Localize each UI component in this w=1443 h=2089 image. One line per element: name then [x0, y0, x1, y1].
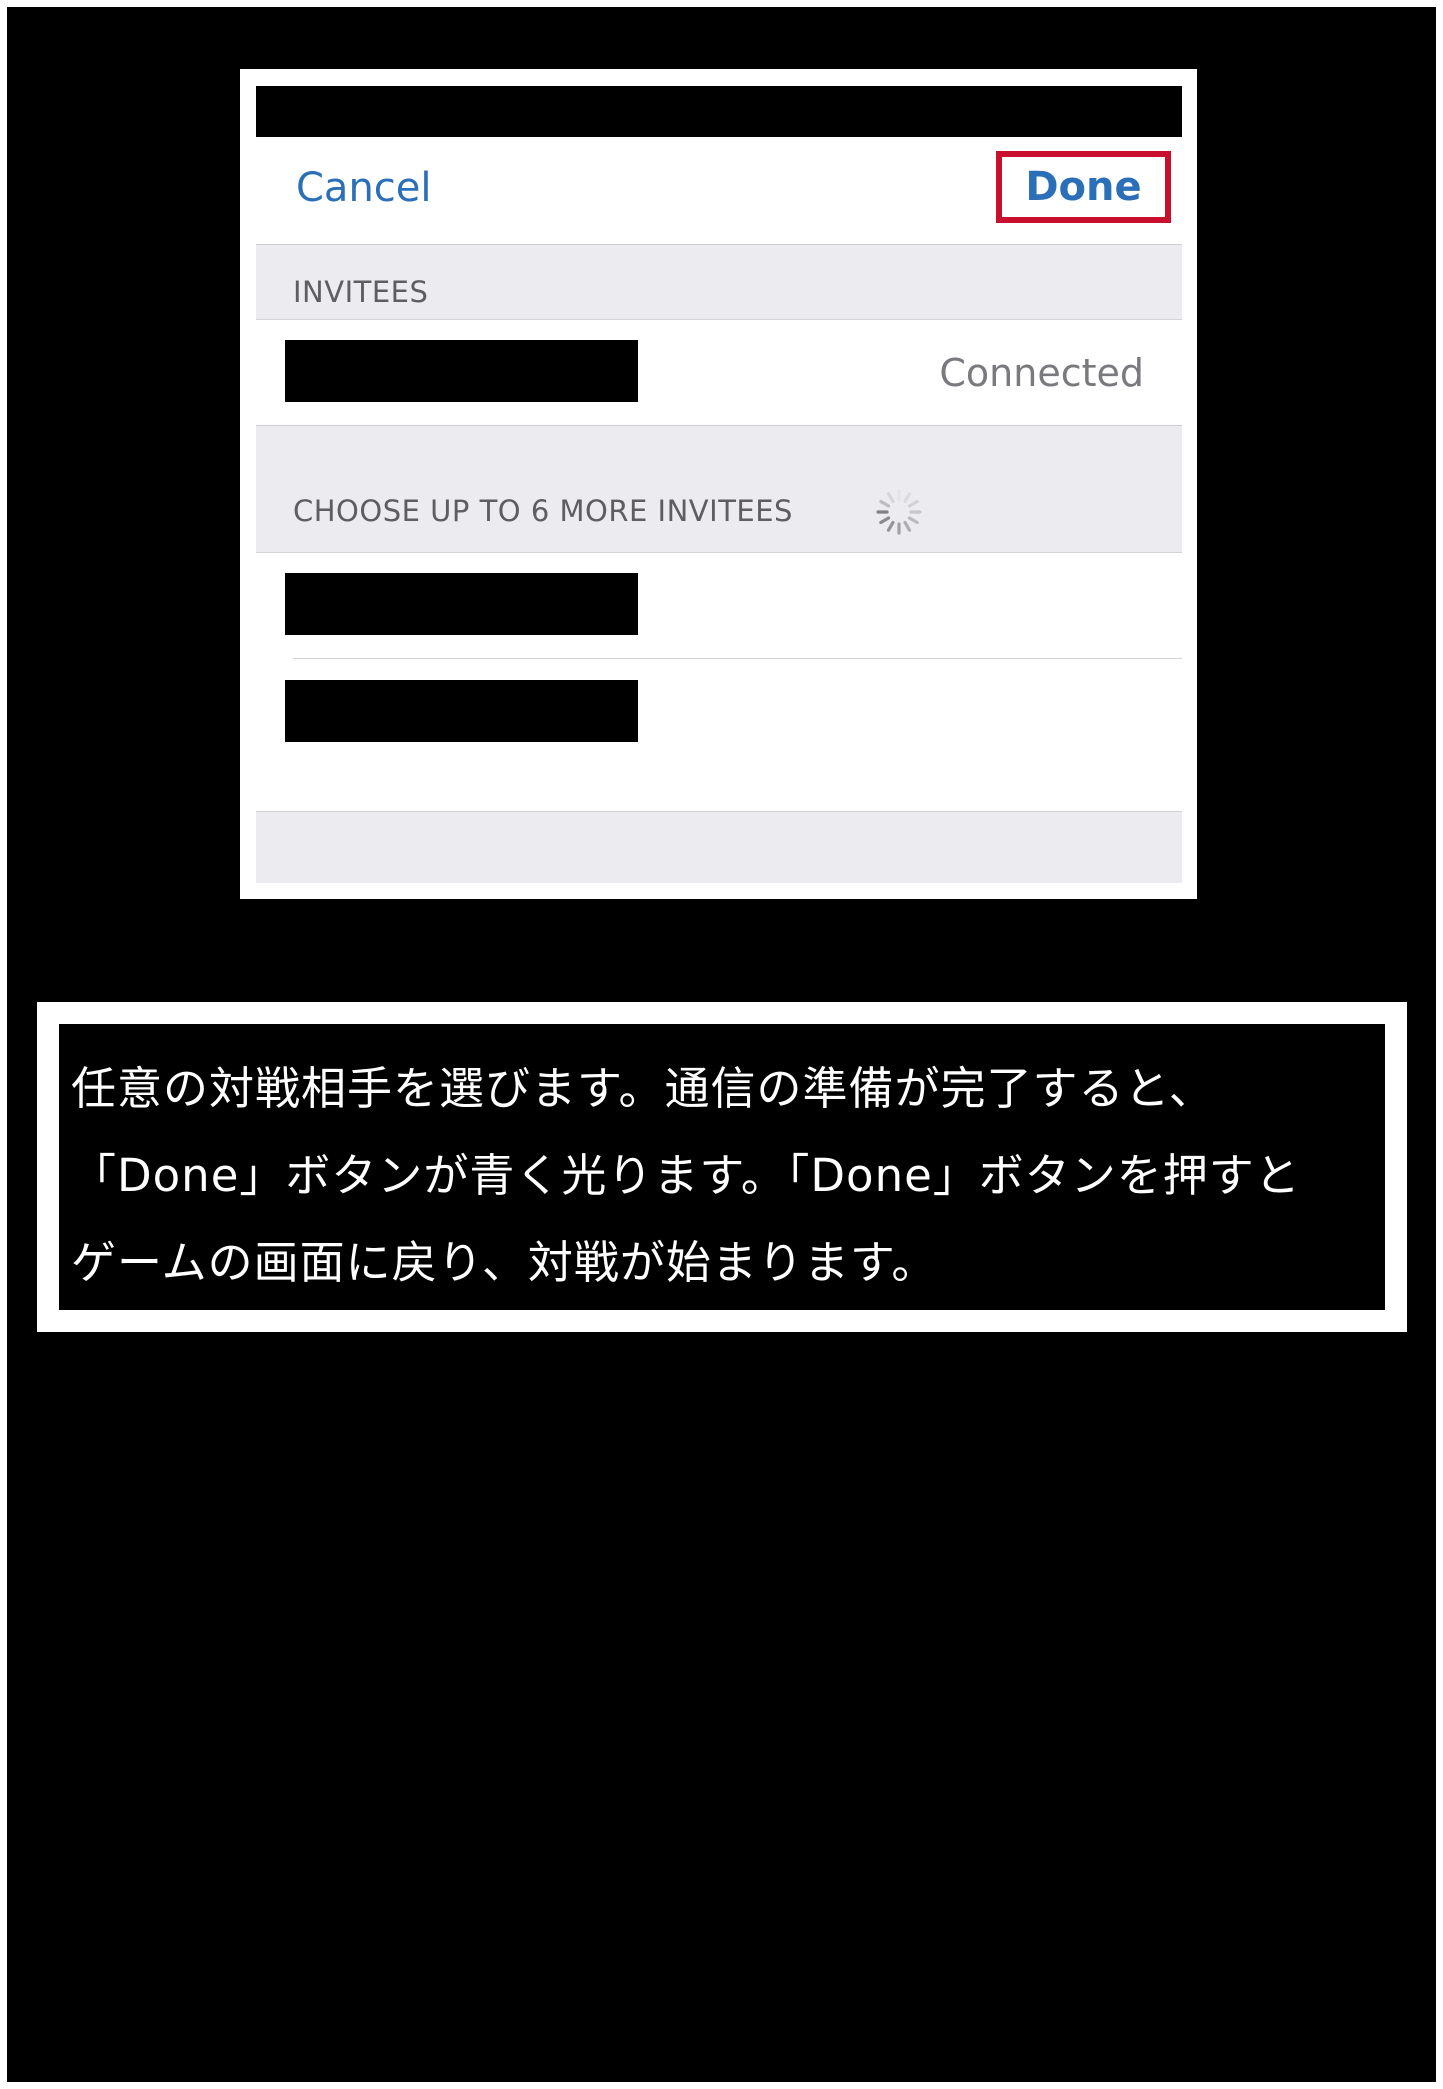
caption-box: 任意の対戦相手を選びます。通信の準備が完了すると、 「Done」ボタンが青く光り… — [59, 1024, 1385, 1310]
invitees-header-label: INVITEES — [293, 275, 429, 309]
navigation-bar: Cancel Done — [256, 137, 1182, 245]
caption-line: 任意の対戦相手を選びます。通信の準備が完了すると、 — [71, 1062, 1215, 1115]
cancel-button[interactable]: Cancel — [296, 165, 432, 211]
game-center-invite-dialog: Cancel Done INVITEES Connected CHOOSE UP… — [256, 86, 1182, 883]
page-background: Cancel Done INVITEES Connected CHOOSE UP… — [7, 7, 1436, 2082]
caption-line: 「Done」ボタンが青く光ります。「Done」ボタンを押すと — [71, 1149, 1301, 1202]
caption-frame: 任意の対戦相手を選びます。通信の準備が完了すると、 「Done」ボタンが青く光り… — [37, 1002, 1407, 1332]
row-divider — [293, 658, 1182, 659]
caption-line: ゲームの画面に戻り、対戦が始まります。 — [71, 1236, 938, 1289]
invitee-name-redacted — [285, 340, 638, 402]
candidate-row[interactable] — [256, 660, 1182, 766]
invitees-section-header: INVITEES — [256, 245, 1182, 320]
candidate-name-redacted — [285, 680, 638, 742]
more-invitees-header-label: CHOOSE UP TO 6 MORE INVITEES — [293, 494, 793, 528]
list-footer — [256, 811, 1182, 883]
candidate-row[interactable] — [256, 553, 1182, 659]
done-button[interactable]: Done — [996, 151, 1171, 223]
status-bar-redacted — [256, 86, 1182, 137]
invitee-row[interactable]: Connected — [256, 320, 1182, 426]
candidate-name-redacted — [285, 573, 638, 635]
more-invitees-section-header: CHOOSE UP TO 6 MORE INVITEES — [256, 426, 1182, 553]
invitee-status: Connected — [939, 351, 1144, 395]
loading-spinner-icon — [876, 489, 922, 535]
screenshot-frame: Cancel Done INVITEES Connected CHOOSE UP… — [240, 69, 1197, 899]
